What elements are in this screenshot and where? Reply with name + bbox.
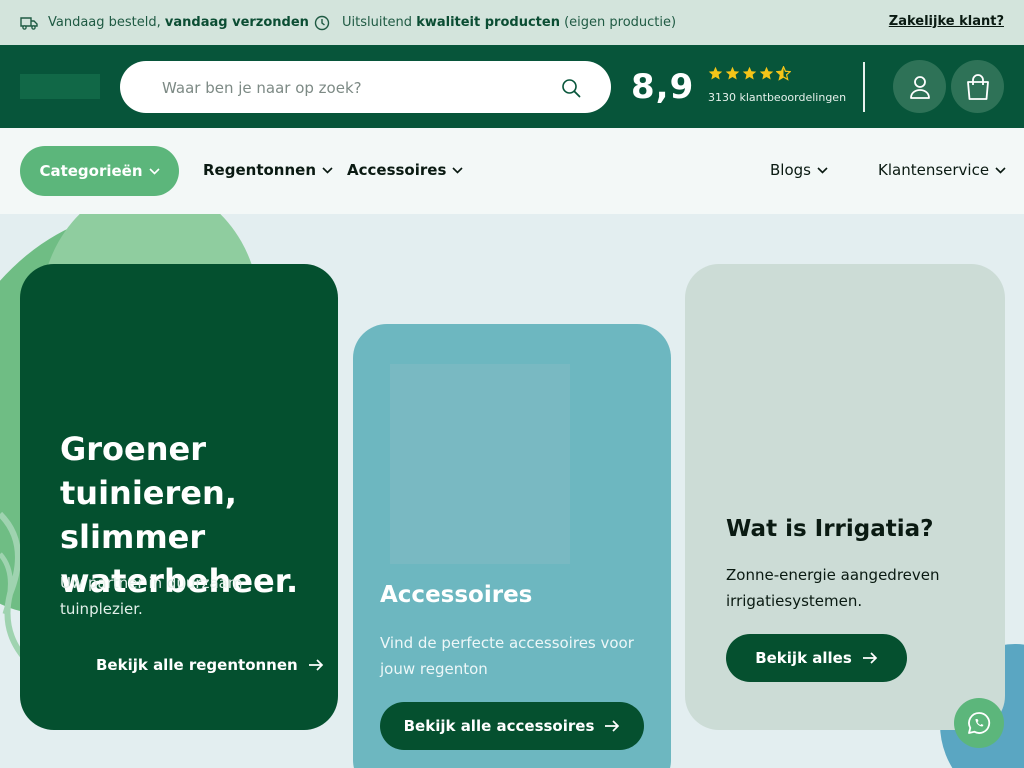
nav-item-accessoires[interactable]: Accessoires — [347, 161, 463, 179]
accessory-image — [390, 364, 570, 564]
shopping-bag-icon — [966, 73, 989, 100]
nav-item-label: Regentonnen — [203, 161, 316, 179]
user-icon — [909, 75, 930, 99]
logo[interactable] — [20, 74, 100, 99]
whatsapp-button[interactable] — [954, 698, 1004, 748]
arrow-right-icon — [862, 652, 877, 664]
review-count: 3130 klantbeoordelingen — [708, 91, 847, 104]
card-title: Accessoires — [380, 582, 533, 608]
hero-subtitle: Uw partner in duurzaam tuinplezier. — [60, 574, 243, 618]
view-all-button[interactable]: Bekijk alles — [726, 634, 907, 682]
search-icon[interactable] — [561, 78, 581, 102]
hero-card-irrigatia: Wat is Irrigatia? Zonne-energie aangedre… — [685, 264, 1005, 730]
button-label: Bekijk alle accessoires — [403, 717, 595, 735]
clock-icon — [314, 14, 332, 32]
search-bar[interactable] — [120, 61, 611, 115]
star-icon — [759, 66, 774, 80]
card-subtitle: Zonne-energie aangedreven irrigatiesyste… — [726, 566, 940, 610]
business-customer-link[interactable]: Zakelijke klant? — [889, 14, 1004, 29]
star-icon — [708, 66, 723, 80]
hero-card-accessoires: Accessoires Vind de perfecte accessoires… — [353, 324, 671, 768]
usp-shipping-text: Vandaag besteld, vandaag verzonden — [48, 15, 309, 30]
search-input[interactable] — [160, 61, 544, 115]
categories-button[interactable]: Categorieën — [20, 146, 179, 196]
nav-item-regentonnen[interactable]: Regentonnen — [203, 161, 333, 179]
link-label: Bekijk alle regentonnen — [96, 656, 298, 674]
view-all-accessories-button[interactable]: Bekijk alle accessoires — [380, 702, 644, 750]
usp-quality-text: Uitsluitend kwaliteit producten (eigen p… — [342, 15, 677, 30]
arrow-right-icon — [605, 720, 620, 732]
rating-stars — [708, 66, 791, 81]
nav-item-label: Klantenservice — [878, 161, 990, 179]
rating-score: 8,9 — [631, 67, 695, 107]
nav-item-blogs[interactable]: Blogs — [770, 161, 828, 179]
hero-card-regentonnen: Groener tuinieren, slimmer waterbeheer. … — [20, 264, 338, 730]
usp-quality: Uitsluitend kwaliteit producten (eigen p… — [314, 0, 676, 45]
truck-icon — [20, 14, 38, 32]
header-divider — [863, 62, 865, 112]
usp-bar: Vandaag besteld, vandaag verzonden Uitsl… — [0, 0, 1024, 45]
card-title: Wat is Irrigatia? — [726, 516, 934, 542]
half-star-icon — [776, 66, 791, 81]
usp-shipping: Vandaag besteld, vandaag verzonden — [20, 0, 309, 45]
button-label: Bekijk alles — [755, 649, 852, 667]
whatsapp-icon — [968, 712, 991, 734]
account-button[interactable] — [893, 60, 946, 113]
arrow-right-icon — [308, 659, 323, 671]
nav-item-klantenservice[interactable]: Klantenservice — [878, 161, 1006, 179]
hero-section: Groener tuinieren, slimmer waterbeheer. … — [0, 214, 1024, 768]
chevron-down-icon — [148, 167, 160, 175]
nav-item-label: Blogs — [770, 161, 811, 179]
chevron-down-icon — [452, 166, 463, 174]
chevron-down-icon — [817, 166, 828, 174]
main-nav: Categorieën Regentonnen Accessoires Blog… — [0, 128, 1024, 214]
main-header: 8,9 3130 klantbeoordelingen — [0, 45, 1024, 128]
nav-item-label: Accessoires — [347, 161, 447, 179]
card-subtitle: Vind de perfecte accessoires voor jouw r… — [380, 634, 634, 678]
chevron-down-icon — [995, 166, 1006, 174]
star-icon — [725, 66, 740, 80]
categories-label: Categorieën — [39, 162, 143, 180]
star-icon — [742, 66, 757, 80]
chevron-down-icon — [322, 166, 333, 174]
cart-button[interactable] — [951, 60, 1004, 113]
view-all-rain-barrels-link[interactable]: Bekijk alle regentonnen — [96, 656, 324, 674]
